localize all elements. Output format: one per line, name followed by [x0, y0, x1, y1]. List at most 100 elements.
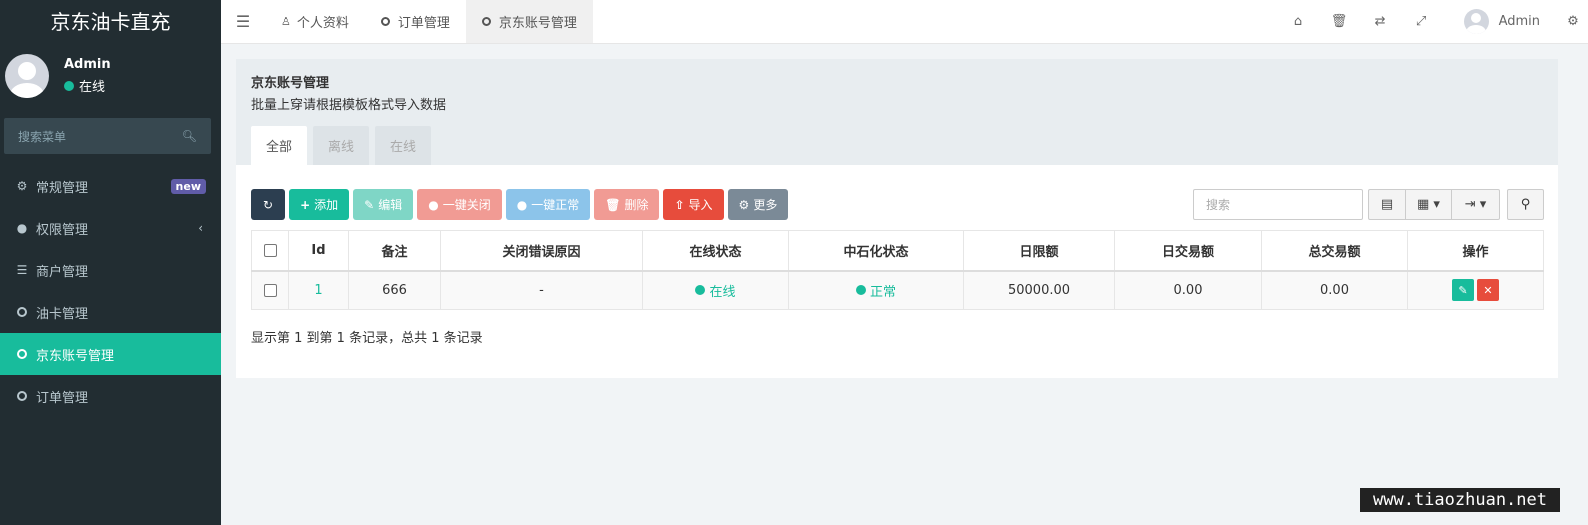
list-icon: ☰: [16, 263, 28, 277]
user-name: Admin: [64, 57, 111, 72]
trash-icon: 🗑︎: [605, 197, 621, 212]
user-status: 在线: [64, 76, 111, 95]
watermark: www.tiaozhuan.net: [1360, 488, 1560, 512]
refresh-icon: ↻: [263, 197, 274, 212]
col-sinopec-status[interactable]: 中石化状态: [788, 230, 964, 272]
search-icon: ⚲: [1520, 197, 1531, 212]
circle-icon: [17, 391, 27, 401]
brand-logo[interactable]: 京东油卡直充: [0, 0, 221, 40]
new-badge: new: [170, 178, 206, 194]
more-button[interactable]: ⚙ 更多: [727, 189, 789, 220]
circle-icon: [17, 307, 27, 317]
upload-icon: ⇧: [674, 197, 685, 212]
row-id[interactable]: 1: [314, 283, 322, 298]
export-icon: ⇥ ▾: [1464, 197, 1487, 212]
select-all-checkbox[interactable]: [263, 243, 277, 257]
circle-icon: [380, 17, 390, 26]
user-icon: ♙: [281, 15, 291, 28]
columns-button[interactable]: ▦ ▾: [1406, 189, 1452, 220]
status-dot-icon: [695, 285, 706, 296]
tab-profile[interactable]: ♙ 个人资料: [265, 0, 365, 43]
tab-orders[interactable]: 订单管理: [365, 0, 466, 43]
avatar: [5, 54, 49, 98]
delete-button[interactable]: 🗑︎ 删除: [594, 189, 660, 220]
group-icon: ●: [16, 221, 28, 235]
circle-icon: [17, 349, 27, 359]
list-view-icon: ▤: [1380, 197, 1394, 212]
admin-menu[interactable]: Admin: [1442, 9, 1558, 34]
online-status-badge[interactable]: 在线: [695, 281, 736, 300]
add-button[interactable]: + 添加: [289, 189, 350, 220]
home-icon[interactable]: ⌂: [1278, 14, 1319, 29]
tab-offline[interactable]: 离线: [313, 126, 369, 165]
search-icon[interactable]: 🔍︎: [182, 129, 197, 143]
main-panel: 京东账号管理 批量上穿请根据模板格式导入数据 全部 离线 在线 ↻ + 添加 ✎ 编…: [236, 59, 1558, 378]
page-subtitle: 批量上穿请根据模板格式导入数据: [251, 98, 447, 113]
fullscreen-icon[interactable]: ⤢: [1401, 14, 1442, 29]
translate-icon[interactable]: ⇄: [1360, 14, 1401, 29]
sidebar-menu: ⚙ 常规管理 new ● 权限管理 ‹ ☰ 商户管理 油卡管理 京东账号管理 订…: [0, 165, 221, 417]
trash-icon: ✕: [1483, 283, 1493, 297]
sidebar-item-orders[interactable]: 订单管理: [0, 375, 221, 417]
col-daily-limit[interactable]: 日限额: [963, 230, 1115, 272]
sinopec-status-badge[interactable]: 正常: [855, 281, 896, 300]
select-all-cell: [251, 230, 289, 272]
panel-header: 京东账号管理 批量上穿请根据模板格式导入数据 全部 离线 在线: [236, 59, 1558, 165]
normal-all-button[interactable]: ● 一键正常: [505, 189, 591, 220]
pagination-info: 显示第 1 到第 1 条记录，总共 1 条记录: [251, 331, 483, 346]
col-actions: 操作: [1407, 230, 1544, 272]
export-button[interactable]: ⇥ ▾: [1452, 189, 1500, 220]
table-row[interactable]: 1 666 - 在线 正常 50000.00 0.00 0.00 ✎ ✕: [251, 270, 1544, 310]
sidebar-search-input[interactable]: 搜索菜单 🔍︎: [4, 118, 211, 154]
row-checkbox[interactable]: [263, 283, 277, 297]
close-all-button[interactable]: ● 一键关闭: [417, 189, 502, 220]
col-total-amount[interactable]: 总交易额: [1261, 230, 1408, 272]
table-search-input[interactable]: 搜索: [1193, 189, 1363, 220]
tab-jd-account[interactable]: 京东账号管理: [465, 0, 593, 43]
advanced-search-button[interactable]: ⚲: [1507, 189, 1544, 220]
sidebar-item-merchant[interactable]: ☰ 商户管理: [0, 249, 221, 291]
avatar: [1463, 9, 1489, 34]
table-tools: ▤ ▦ ▾ ⇥ ▾: [1368, 189, 1500, 220]
top-header: ☰ ♙ 个人资料 订单管理 京东账号管理 ⌂ 🗑︎ ⇄ ⤢ Admin ⚙: [221, 0, 1588, 44]
edit-button[interactable]: ✎ 编辑: [353, 189, 414, 220]
sidebar-item-oilcard[interactable]: 油卡管理: [0, 291, 221, 333]
row-delete-button[interactable]: ✕: [1477, 279, 1499, 302]
col-daily-amount[interactable]: 日交易额: [1114, 230, 1262, 272]
user-panel: Admin 在线: [0, 40, 221, 112]
pencil-icon: ✎: [1458, 283, 1468, 297]
refresh-button[interactable]: ↻: [251, 189, 286, 220]
pencil-icon: ✎: [364, 197, 375, 212]
sidebar: 京东油卡直充 Admin 在线 搜索菜单 🔍︎ ⚙ 常规管理 new ● 权限管…: [0, 0, 221, 525]
import-button[interactable]: ⇧ 导入: [663, 189, 724, 220]
circle-icon: [481, 17, 491, 26]
sidebar-item-permission[interactable]: ● 权限管理 ‹: [0, 207, 221, 249]
page-title: 京东账号管理: [251, 76, 330, 91]
col-remark[interactable]: 备注: [348, 230, 441, 272]
plus-icon: +: [300, 197, 311, 212]
settings-icon[interactable]: ⚙: [1558, 14, 1588, 29]
columns-icon: ▦ ▾: [1417, 197, 1440, 212]
tab-all[interactable]: 全部: [251, 126, 307, 165]
tab-online[interactable]: 在线: [375, 126, 431, 165]
status-dot-icon: [855, 285, 866, 296]
row-edit-button[interactable]: ✎: [1452, 279, 1474, 302]
gear-icon: ⚙: [738, 197, 750, 212]
status-tabs: 全部 离线 在线: [251, 126, 437, 165]
col-online-status[interactable]: 在线状态: [642, 230, 789, 272]
trash-icon[interactable]: 🗑︎: [1319, 14, 1360, 29]
menu-toggle-icon[interactable]: ☰: [221, 0, 265, 43]
row-total-amount: 0.00: [1261, 270, 1408, 310]
chevron-left-icon: ‹: [198, 221, 203, 235]
row-daily-limit: 50000.00: [963, 270, 1115, 310]
cogs-icon: ⚙: [16, 179, 28, 193]
data-table: Id 备注 关闭错误原因 在线状态 中石化状态 日限额 日交易额 总交易额 操作…: [251, 230, 1544, 310]
sidebar-item-general[interactable]: ⚙ 常规管理 new: [0, 165, 221, 207]
col-id[interactable]: Id: [288, 230, 349, 272]
sidebar-item-jd-account[interactable]: 京东账号管理: [0, 333, 221, 375]
circle-icon: ●: [428, 197, 439, 212]
col-close-reason[interactable]: 关闭错误原因: [440, 230, 643, 272]
toggle-view-button[interactable]: ▤: [1368, 189, 1406, 220]
circle-icon: ●: [516, 197, 528, 212]
online-dot-icon: [64, 80, 74, 91]
